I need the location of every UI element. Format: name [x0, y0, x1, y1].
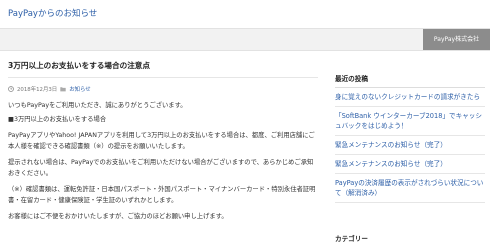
- list-item: 「SoftBank ウインターカーブ2018」でキャッシュバックをはじめよう！: [335, 107, 485, 136]
- recent-post-link[interactable]: 緊急メンテナンスのお知らせ（完了）: [335, 160, 447, 168]
- company-button[interactable]: PayPay株式会社: [423, 29, 490, 50]
- list-item: PayPayの決済履歴の表示がされづらい状況について（解消済み）: [335, 174, 485, 203]
- site-header: PayPayからのお知らせ: [0, 0, 490, 28]
- list-item: 身に覚えのないクレジットカードの請求がきたら: [335, 88, 485, 107]
- site-title-link[interactable]: PayPayからのお知らせ: [8, 7, 97, 19]
- list-item: 緊急メンテナンスのお知らせ（完了）: [335, 155, 485, 174]
- paragraph-notice: 提示されない場合は、PayPayでのお支払いをご利用いただけない場合がございます…: [8, 159, 314, 177]
- post-title: 3万円以上のお支払いをする場合の注意点: [8, 60, 318, 78]
- paragraph-requirement: PayPayアプリやYahoo! JAPANアプリを利用して3万円以上のお支払い…: [8, 132, 315, 150]
- recent-posts-list: 身に覚えのないクレジットカードの請求がきたら 「SoftBank ウインターカー…: [335, 88, 485, 203]
- category-widget-title: カテゴリー: [335, 235, 368, 243]
- post-date: 2018年12月3日: [17, 87, 58, 93]
- sidebar: 最近の投稿 身に覚えのないクレジットカードの請求がきたら 「SoftBank ウ…: [335, 73, 485, 203]
- main-content: 3万円以上のお支払いをする場合の注意点 2018年12月3日 お知らせ いつもP…: [8, 60, 318, 223]
- folder-icon: [60, 86, 66, 92]
- recent-post-link[interactable]: 緊急メンテナンスのお知らせ（完了）: [335, 141, 447, 149]
- list-item: 緊急メンテナンスのお知らせ（完了）: [335, 136, 485, 155]
- recent-posts-title: 最近の投稿: [335, 73, 485, 88]
- paragraph-apology: お客様にはご不便をおかけいたしますが、ご協力のほどお願い申し上げます。: [8, 213, 228, 220]
- post-meta: 2018年12月3日 お知らせ: [8, 85, 318, 93]
- navbar: PayPay株式会社: [0, 28, 490, 51]
- greeting-text: いつもPayPayをご利用いただき、誠にありがとうございます。: [8, 102, 187, 109]
- post-category-link[interactable]: お知らせ: [69, 85, 90, 93]
- paragraph-documents: （※）確認書類は、運転免許証・日本国パスポート・外国パスポート・マイナンバーカー…: [8, 186, 316, 204]
- recent-post-link[interactable]: 身に覚えのないクレジットカードの請求がきたら: [335, 93, 480, 101]
- recent-post-link[interactable]: PayPayの決済履歴の表示がされづらい状況について（解消済み）: [335, 179, 483, 197]
- section-heading: ■3万円以上のお支払いをする場合: [8, 115, 107, 123]
- clock-icon: [8, 86, 14, 92]
- recent-post-link[interactable]: 「SoftBank ウインターカーブ2018」でキャッシュバックをはじめよう！: [335, 112, 482, 130]
- post-body: いつもPayPayをご利用いただき、誠にありがとうございます。 ■3万円以上のお…: [8, 101, 318, 223]
